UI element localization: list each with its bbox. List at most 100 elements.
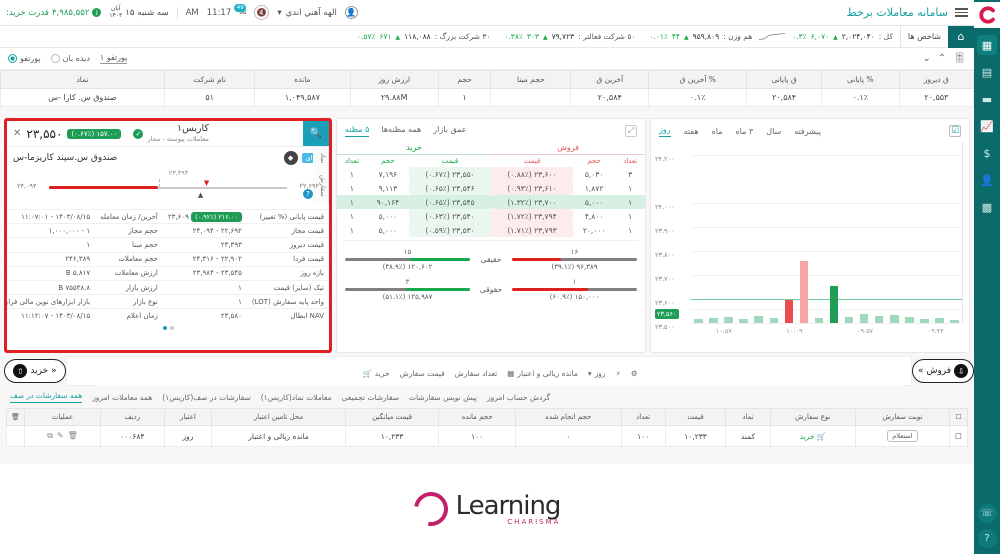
tab-symbol-trades[interactable]: معاملات نماد(کاریس۱) [261,393,332,402]
order-book-row[interactable]: ۱ ۴,۸۰۰ ۲۳,۷۹۴ (۱.۷۲٪) ۲۳,۵۴۰ (۰.۶۳٪) ۵,۰۰۰ ۱ [337,209,645,223]
order-book-row[interactable]: ۱ ۵,۰۰۰ ۲۳,۷۰۰ (۱.۳۲٪) ۲۳,۵۴۵ (۰.۶۵٪) ۹۰,۱۶۴… [337,195,645,209]
tool-quantity[interactable]: تعداد سفارش [455,369,498,378]
tool-credit[interactable]: مانده ریالی و اعتبار ▦ [507,369,578,378]
rail-item-chart[interactable]: 📈 [977,116,997,136]
rail-item-briefcase[interactable]: ▬ [977,89,997,109]
buy-power-value: ۴,۹۸۵,۵۵۲ [51,7,90,18]
copy-icon[interactable]: ⧉ [47,431,53,441]
rail-item-dollar[interactable]: $ [977,143,997,163]
headset-icon[interactable]: ☏ [977,504,997,523]
ticker-item[interactable]: کل : ۲,۰۲۴,۰۴۰ ۶,۰۷۰ ۰.۳٪ [785,32,900,41]
hamburger-icon[interactable] [955,8,968,17]
tool-validity[interactable]: روز ▾ [588,369,606,378]
radio-portfolio[interactable]: پورتفو [8,54,41,63]
ticker-item[interactable]: ۳۰ شرکت بزرگ : ۱۱۸,۰۸۸ ۶۷۱ ۰.۵۷٪ [350,32,497,41]
tool-bolt[interactable]: ⚡ [616,369,621,378]
tool-side[interactable]: خرید 🛒 [362,369,389,378]
chevron-up-icon[interactable]: ⌃ [938,53,946,64]
col-order-turn: نوبت سفارش [854,408,951,426]
col-balance[interactable]: مانده [254,70,351,89]
col-base-volume[interactable]: حجم مبنا [490,70,572,89]
buy-button[interactable]: « خرید ⇧ [4,359,66,383]
tab-year[interactable]: سال [766,127,781,136]
diamond-icon[interactable]: ◆ [283,151,298,165]
chart-bar [709,317,718,323]
final-price-marker: ▲ [197,191,204,199]
col-day-value[interactable]: ارزش روز [349,70,439,89]
detail-key: ارزش بازار [95,279,163,295]
rail-item-user[interactable]: 👤 [977,170,997,190]
tab-all-quotes[interactable]: همه مظنه‌ها [381,125,421,137]
rail-item-apps[interactable]: ▩ [977,197,997,217]
cell-select[interactable]: ☐ [949,425,968,447]
status-badge[interactable]: استعلام [887,430,918,442]
home-icon[interactable]: ⌂ [948,25,974,48]
tab-symbol-queue-orders[interactable]: سفارشات در صف(کاریس۱) [162,393,251,402]
order-book-row[interactable]: ۳ ۵,۰۳۰ ۲۳,۶۰۰ (۰.۸۸٪) ۲۳,۵۵۰ (۰.۶۷٪) ۷,۱۹۶ ۱ [337,167,645,181]
edit-icon[interactable]: ✎ [57,431,64,441]
col-final-pct[interactable]: % پایانی [821,70,900,89]
close-icon[interactable]: ✕ [13,128,21,139]
tab-week[interactable]: هفته [684,127,699,136]
dot-active[interactable] [162,325,167,330]
tool-settings[interactable]: ⚙ [631,369,638,378]
tab-3month[interactable]: ۳ ماه [735,127,753,136]
cell-symbol[interactable]: کمند [725,425,771,447]
chevron-down-icon[interactable]: ⌄ [923,53,931,64]
col-final-price[interactable]: ق پایانی [746,70,823,89]
col-delete-all[interactable]: 🗑 [6,408,25,426]
radio-watchlist[interactable]: دیده بان [50,54,90,63]
sliders-icon[interactable]: 🎚 [953,53,966,64]
cell-row-delete[interactable] [6,425,25,447]
sell-button[interactable]: ⇩ فروش » [912,359,974,383]
col-prev-price[interactable]: ق دیروز [898,70,975,89]
ticker-item[interactable]: ۵۰ شرکت فعالتر : ۷۹,۷۲۳ ۳۰۳ ۰.۳۸٪ [497,32,642,41]
detail-key: نوع بازار [95,294,163,309]
col-select-all[interactable]: ☐ [949,408,968,426]
tab-market-depth[interactable]: عمق بازار [433,125,466,137]
tool-price[interactable]: قیمت سفارش [400,369,445,378]
tab-draft-orders[interactable]: پیش نویس سفارشات [409,393,477,402]
watchlist-name[interactable]: پورتفو ۱ [99,53,128,64]
tab-advanced[interactable]: پیشرفته [794,127,821,136]
order-book-row[interactable]: ۱ ۱,۸۷۲ ۲۳,۶۱۰ (۰.۹۳٪) ۲۳,۵۴۶ (۰.۶۵٪) ۹,۱۱۳ ۱ [337,181,645,195]
col-order-credit-source: محل تامین اعتبار [211,408,346,426]
tab-five-quotes[interactable]: ۵ مظنه [345,125,370,137]
tab-aggregate-orders[interactable]: سفارشات تجمیعی [342,393,399,402]
order-book-row[interactable]: ۱ ۲۰,۰۰۰ ۲۳,۷۹۳ (۱.۷۱٪) ۲۳,۵۳۰ (۰.۵۹٪) ۵,۰۰۰… [337,223,645,237]
col-symbol[interactable]: نماد [0,70,165,89]
change-chip: ۲۱۶.۰۰ (۰.۹۲٪) [191,211,242,222]
tab-today-trades[interactable]: همه معاملات امروز [92,393,152,402]
chart-toggle-icon[interactable]: ☑ [949,125,961,137]
col-last-pct[interactable]: % آخرین ق [648,70,748,89]
ticker-item[interactable]: هم وزن : ۹۵۹,۸۰۹ ۴۴ ۰.۰۱٪ [642,32,759,41]
tab-today-account[interactable]: گردش حساب امروز [487,393,550,402]
col-company[interactable]: نام شرکت [163,70,256,89]
symbol-identity[interactable]: ✓ کاریس۱ معاملات پیوسته - مجاز [127,121,303,146]
range-mid-label: ۲۳,۳۹۳ [168,169,189,177]
table-row[interactable]: ۲۰,۵۵۳ ۰.۱٪ ۲۰,۵۸۴ ۰.۱٪ ۲۰,۵۸۴ ۱ ۲۹.۸۸M … [0,88,975,107]
avatar[interactable]: 👤 [344,6,358,19]
rail-item-list[interactable]: ▤ [977,62,997,82]
side-tab-symbol[interactable]: نماد [318,147,328,169]
expand-icon[interactable]: ⤢ [625,125,637,137]
table-row[interactable]: ☐ استعلام 🛒 خرید کمند ۱۰,۲۳۳ ۱۰۰ ۰ ۱۰۰ ۱… [6,425,968,447]
tab-day[interactable]: روز [659,125,671,137]
mail-button[interactable]: ✉ 49 [234,3,246,18]
chart-plot-area[interactable]: ۲۴,۲۰۰ ۲۴,۰۰۰ ۲۳,۹۰۰ ۲۳,۸۰۰ ۲۳,۷۰۰ ۲۳,۶۰۰ ۲۳,۵… [653,143,965,343]
side-tab-order[interactable]: سفارش [318,169,328,203]
mute-icon[interactable]: 🔇 [254,5,270,20]
tab-month[interactable]: ماه [712,127,723,136]
search-icon[interactable]: 🔍 [303,121,329,146]
dot[interactable] [169,325,174,330]
col-volume[interactable]: حجم [437,70,492,89]
col-last-price[interactable]: آخرین ق [570,70,650,89]
detail-value: بازار ابزارهای نوین مالی فرابورس [7,294,96,309]
tab-all-queue-orders[interactable]: همه سفارشات در صف [10,391,83,403]
user-menu[interactable]: الهه آهني اندي ▾ [277,8,336,18]
help-icon[interactable]: ? [977,529,997,548]
delete-icon[interactable]: 🗑 [68,431,78,441]
rail-item-grid[interactable]: ▦ [977,35,997,55]
help-icon[interactable]: ? [303,189,313,199]
cell-sell-price: ۲۳,۷۰۰ (۱.۳۲٪) [491,195,573,209]
